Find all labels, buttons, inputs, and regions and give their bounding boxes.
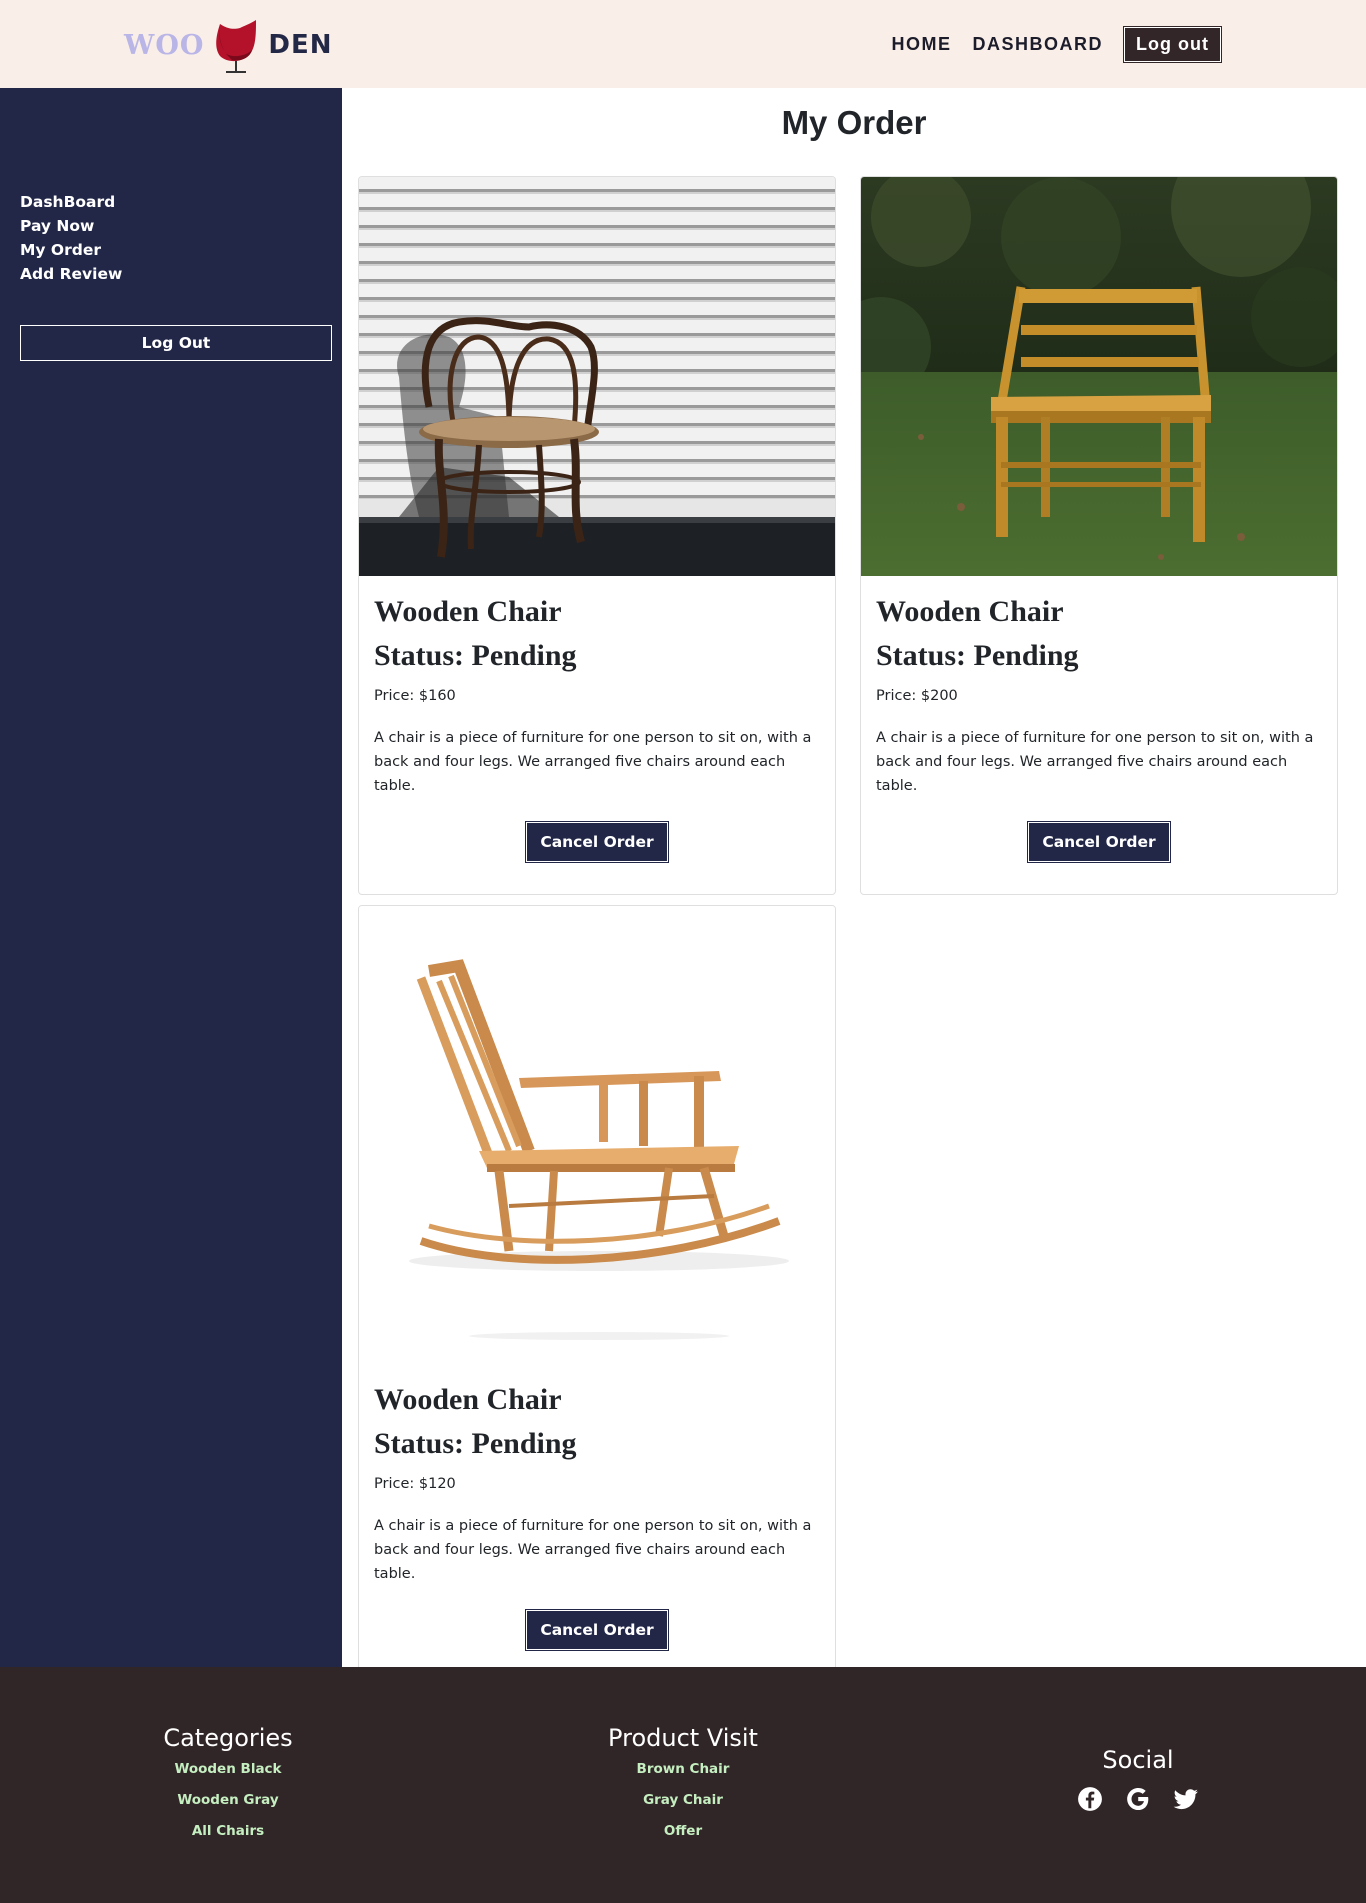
product-name: Wooden Chair [876, 595, 1064, 628]
rocking-chair-photo [359, 906, 835, 1364]
product-description: A chair is a piece of furniture for one … [374, 1518, 812, 1582]
footer: Categories Wooden Black Wooden Gray All … [0, 1667, 1366, 1903]
product-name: Wooden Chair [374, 1383, 562, 1416]
cancel-order-button[interactable]: Cancel Order [1027, 821, 1171, 863]
top-navbar: WOO DEN HOME DASHBOARD Log out [0, 0, 1366, 88]
bentwood-chair-photo [359, 177, 835, 576]
footer-link-wooden-black[interactable]: Wooden Black [88, 1754, 368, 1785]
product-image [359, 177, 835, 576]
nav-logout-button[interactable]: Log out [1123, 26, 1222, 63]
order-status: Status: Pending [374, 639, 577, 672]
footer-categories: Categories Wooden Black Wooden Gray All … [88, 1722, 368, 1847]
twitter-icon[interactable] [1173, 1786, 1199, 1812]
order-status: Status: Pending [876, 639, 1079, 672]
card-body: Wooden Chair Status: Pending Price: $160… [359, 576, 835, 894]
footer-link-all-chairs[interactable]: All Chairs [88, 1816, 368, 1847]
order-card: Wooden Chair Status: Pending Price: $120… [358, 905, 836, 1683]
order-card: Wooden Chair Status: Pending Price: $200… [860, 176, 1338, 895]
footer-product-visit: Product Visit Brown Chair Gray Chair Off… [543, 1722, 823, 1847]
order-card: Wooden Chair Status: Pending Price: $160… [358, 176, 836, 895]
nav-dashboard-link[interactable]: DASHBOARD [973, 34, 1104, 55]
product-image [359, 906, 835, 1364]
sidebar-item-my-order[interactable]: My Order [20, 238, 122, 262]
sidebar-item-add-review[interactable]: Add Review [20, 262, 122, 286]
footer-link-gray-chair[interactable]: Gray Chair [543, 1785, 823, 1816]
nav-home-link[interactable]: HOME [892, 34, 952, 55]
card-actions: Cancel Order [876, 821, 1322, 894]
footer-categories-title: Categories [163, 1724, 293, 1752]
nav-links: HOME DASHBOARD Log out [892, 26, 1222, 63]
cancel-order-button[interactable]: Cancel Order [525, 1609, 669, 1651]
logo-text-den: DEN [268, 30, 333, 60]
pine-chair-on-grass-photo [861, 177, 1337, 576]
product-description: A chair is a piece of furniture for one … [876, 730, 1314, 794]
logo-text-woo: WOO [124, 29, 205, 61]
card-body: Wooden Chair Status: Pending Price: $200… [861, 576, 1337, 894]
sidebar-logout-button[interactable]: Log Out [20, 325, 332, 361]
sidebar: DashBoard Pay Now My Order Add Review Lo… [0, 88, 342, 1667]
footer-social: Social [998, 1744, 1278, 1812]
card-body: Wooden Chair Status: Pending Price: $120… [359, 1364, 835, 1682]
product-description: A chair is a piece of furniture for one … [374, 730, 812, 794]
facebook-icon[interactable] [1077, 1786, 1103, 1812]
brand-logo[interactable]: WOO DEN [124, 14, 332, 76]
product-price: Price: $120 [374, 1476, 456, 1492]
social-icons [998, 1786, 1278, 1812]
product-price: Price: $160 [374, 688, 456, 704]
footer-social-title: Social [1102, 1746, 1174, 1774]
page-title: My Order [781, 104, 927, 141]
cancel-order-button[interactable]: Cancel Order [525, 821, 669, 863]
egg-chair-logo-icon [216, 20, 257, 73]
sidebar-item-pay-now[interactable]: Pay Now [20, 214, 122, 238]
product-name: Wooden Chair [374, 595, 562, 628]
footer-link-offer[interactable]: Offer [543, 1816, 823, 1847]
sidebar-menu: DashBoard Pay Now My Order Add Review [20, 190, 122, 286]
sidebar-item-dashboard[interactable]: DashBoard [20, 190, 122, 214]
order-status: Status: Pending [374, 1427, 577, 1460]
footer-product-visit-title: Product Visit [608, 1724, 758, 1752]
product-price: Price: $200 [876, 688, 958, 704]
footer-link-wooden-gray[interactable]: Wooden Gray [88, 1785, 368, 1816]
google-icon[interactable] [1125, 1786, 1151, 1812]
footer-link-brown-chair[interactable]: Brown Chair [543, 1754, 823, 1785]
card-actions: Cancel Order [374, 821, 820, 894]
product-image [861, 177, 1337, 576]
